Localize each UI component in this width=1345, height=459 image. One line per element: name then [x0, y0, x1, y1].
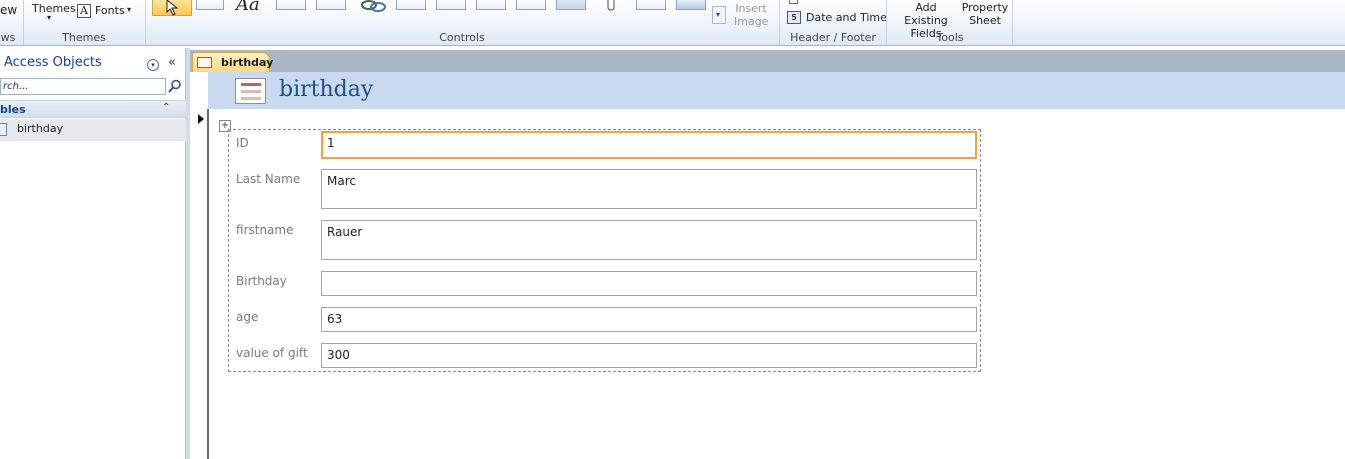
- themes-button[interactable]: Themes: [32, 2, 76, 15]
- select-pointer-button[interactable]: [152, 0, 192, 16]
- partial-view-button-label[interactable]: ew: [0, 3, 17, 17]
- form-tab-icon: [197, 57, 212, 68]
- current-record-arrow-icon: [198, 114, 204, 124]
- collapse-pane-icon[interactable]: «: [168, 55, 176, 70]
- bound-object-frame-control-icon[interactable]: [636, 0, 666, 10]
- fonts-dropdown-icon[interactable]: ▾: [127, 5, 131, 14]
- label-control-icon[interactable]: Aa: [236, 0, 260, 15]
- table-icon: [0, 123, 7, 136]
- combo-box-control-icon[interactable]: [476, 0, 506, 10]
- field-label-age: age: [236, 310, 259, 324]
- nav-item-label: birthday: [17, 122, 64, 135]
- form-logo-icon: [235, 78, 266, 104]
- birthday-field[interactable]: [321, 271, 977, 296]
- document-tab-strip: birthday: [190, 50, 1345, 72]
- button-control-icon[interactable]: [276, 0, 306, 10]
- navigation-control-icon[interactable]: [436, 0, 466, 10]
- id-field[interactable]: 1: [321, 131, 977, 159]
- tab-birthday[interactable]: birthday: [192, 52, 274, 72]
- collapse-group-icon[interactable]: ⌃: [162, 102, 170, 113]
- more-arrow-icon: ▾: [716, 10, 721, 19]
- tab-control-icon[interactable]: [316, 0, 346, 10]
- tables-group-label: bles: [0, 103, 26, 116]
- ribbon: ew ws Themes ▾ A Fonts ▾ Themes Aa ▾ Ins…: [0, 0, 1345, 46]
- controls-group-label: Controls: [439, 31, 485, 44]
- themes-group-label: Themes: [62, 31, 106, 44]
- navigation-pane: Access Objects ▾ « rch... bles ⌃ birthda…: [0, 48, 186, 459]
- header-footer-group-label: Header / Footer: [790, 31, 876, 44]
- record-selector[interactable]: [190, 109, 209, 459]
- hyperlink-control-icon[interactable]: [358, 0, 388, 14]
- controls-gallery-more-button[interactable]: ▾: [712, 6, 726, 24]
- search-icon[interactable]: [168, 79, 182, 93]
- tab-label: birthday: [221, 56, 274, 69]
- value-of-gift-field[interactable]: 300: [321, 343, 977, 368]
- field-label-id: ID: [236, 136, 249, 150]
- title-control-icon[interactable]: [789, 0, 798, 4]
- nav-item-birthday[interactable]: birthday: [0, 119, 186, 141]
- last-name-field[interactable]: Marc: [321, 169, 977, 209]
- list-box-control-icon[interactable]: [516, 0, 546, 10]
- form-header: birthday: [208, 72, 1345, 109]
- tables-group-header[interactable]: bles ⌃: [0, 100, 186, 118]
- form-title: birthday: [279, 77, 374, 102]
- property-sheet-button[interactable]: Property Sheet: [961, 1, 1009, 27]
- pointer-arrow-icon: [166, 0, 179, 16]
- themes-dropdown-icon[interactable]: ▾: [47, 13, 51, 22]
- age-field[interactable]: 63: [321, 307, 977, 332]
- nav-menu-dropdown-icon[interactable]: ▾: [147, 59, 159, 71]
- field-label-firstname: firstname: [236, 223, 294, 237]
- check-box-control-icon[interactable]: [556, 0, 586, 10]
- fonts-button[interactable]: Fonts: [95, 4, 125, 17]
- views-group-label: ws: [0, 31, 16, 44]
- navigation-pane-title: Access Objects: [4, 55, 102, 70]
- group-separator: [1012, 0, 1013, 45]
- search-input[interactable]: rch...: [0, 78, 166, 95]
- field-label-birthday: Birthday: [236, 274, 287, 288]
- date-and-time-button[interactable]: Date and Time: [806, 11, 887, 24]
- web-browser-control-icon[interactable]: [396, 0, 426, 10]
- field-label-last-name: Last Name: [236, 172, 301, 186]
- fonts-icon: A: [77, 4, 91, 18]
- attachment-control-icon[interactable]: [604, 0, 618, 12]
- firstname-field[interactable]: Rauer: [321, 220, 977, 260]
- text-box-control-icon[interactable]: [196, 0, 224, 10]
- date-time-icon: 5: [787, 11, 801, 24]
- image-control-icon[interactable]: [676, 0, 706, 10]
- tools-group-label: Tools: [936, 31, 964, 44]
- navigation-pane-header[interactable]: Access Objects ▾ «: [0, 52, 186, 74]
- field-label-value-of-gift: value of gift: [236, 346, 308, 360]
- insert-image-button[interactable]: Insert Image: [734, 2, 768, 28]
